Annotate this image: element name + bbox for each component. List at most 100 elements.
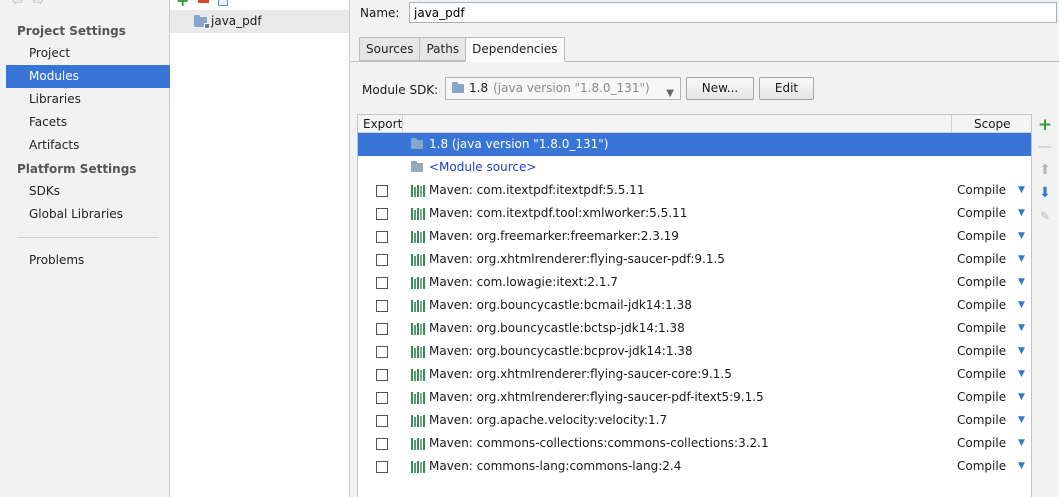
scope-dropdown-icon[interactable]: ▼: [1018, 363, 1025, 386]
table-row[interactable]: Maven: commons-collections:commons-colle…: [358, 432, 1031, 455]
remove-dependency-icon[interactable]: —: [1037, 139, 1053, 155]
sidebar-item-facets[interactable]: Facets: [6, 111, 170, 134]
table-row[interactable]: Maven: org.xhtmlrenderer:flying-saucer-c…: [358, 363, 1031, 386]
table-row[interactable]: Maven: org.bouncycastle:bcprov-jdk14:1.3…: [358, 340, 1031, 363]
table-row[interactable]: Maven: org.freemarker:freemarker:2.3.19 C…: [358, 225, 1031, 248]
table-row-module-source[interactable]: <Module source>: [358, 156, 1031, 179]
dependency-label: Maven: com.itextpdf.tool:xmlworker:5.5.1…: [429, 206, 688, 220]
export-checkbox[interactable]: [376, 185, 388, 197]
move-up-icon[interactable]: ⬆: [1037, 162, 1053, 178]
dependency-label: Maven: commons-lang:commons-lang:2.4: [429, 459, 682, 473]
add-dependency-icon[interactable]: +: [1037, 117, 1053, 134]
scope-value[interactable]: Compile: [957, 225, 1006, 248]
remove-icon[interactable]: [198, 0, 210, 3]
table-row[interactable]: Maven: org.xhtmlrenderer:flying-saucer-p…: [358, 248, 1031, 271]
scope-value[interactable]: Compile: [957, 248, 1006, 271]
scope-value[interactable]: Compile: [957, 271, 1006, 294]
export-checkbox[interactable]: [376, 254, 388, 266]
scope-value[interactable]: Compile: [957, 317, 1006, 340]
export-checkbox[interactable]: [376, 323, 388, 335]
new-sdk-button[interactable]: New...: [686, 77, 754, 100]
scope-dropdown-icon[interactable]: ▼: [1018, 202, 1025, 225]
sidebar-item-global-libraries[interactable]: Global Libraries: [6, 203, 170, 226]
export-checkbox[interactable]: [376, 300, 388, 312]
dependencies-table: Export Scope 1.8 (java version "1.8.0_13…: [357, 114, 1032, 497]
module-sdk-select[interactable]: 1.8 (java version "1.8.0_131") ▼: [445, 77, 681, 100]
sidebar-item-libraries[interactable]: Libraries: [6, 88, 170, 111]
forward-arrow-icon[interactable]: ⇨: [33, 0, 44, 10]
table-row[interactable]: Maven: com.itextpdf.tool:xmlworker:5.5.1…: [358, 202, 1031, 225]
scope-dropdown-icon[interactable]: ▼: [1018, 271, 1025, 294]
scope-dropdown-icon[interactable]: ▼: [1018, 455, 1025, 478]
tree-toolbar: +: [176, 0, 229, 10]
edit-dependency-icon[interactable]: ✎: [1037, 208, 1053, 224]
move-down-icon[interactable]: ⬇: [1037, 185, 1053, 201]
dependency-label: <Module source>: [429, 160, 537, 174]
maven-library-icon: [411, 276, 425, 289]
table-row[interactable]: Maven: org.bouncycastle:bctsp-jdk14:1.38…: [358, 317, 1031, 340]
table-row[interactable]: Maven: org.xhtmlrenderer:flying-saucer-p…: [358, 386, 1031, 409]
sidebar-item-artifacts[interactable]: Artifacts: [6, 134, 170, 157]
edit-sdk-button[interactable]: Edit: [759, 77, 814, 100]
add-icon[interactable]: +: [176, 0, 189, 10]
tab-paths[interactable]: Paths: [419, 37, 467, 61]
scope-dropdown-icon[interactable]: ▼: [1018, 432, 1025, 455]
sidebar-item-sdks[interactable]: SDKs: [6, 180, 170, 203]
dependency-label: Maven: org.bouncycastle:bcmail-jdk14:1.3…: [429, 298, 692, 312]
export-checkbox[interactable]: [376, 392, 388, 404]
export-checkbox[interactable]: [376, 346, 388, 358]
table-row[interactable]: Maven: commons-lang:commons-lang:2.4 Comp…: [358, 455, 1031, 478]
sidebar-item-problems[interactable]: Problems: [6, 249, 170, 272]
table-row[interactable]: Maven: org.apache.velocity:velocity:1.7 C…: [358, 409, 1031, 432]
copy-icon[interactable]: [218, 0, 229, 6]
tree-item-module[interactable]: java_pdf: [170, 10, 349, 33]
column-export[interactable]: Export: [363, 115, 402, 133]
module-tree-label: java_pdf: [211, 14, 262, 28]
sidebar-item-modules[interactable]: Modules: [6, 65, 170, 88]
dependency-label: Maven: org.xhtmlrenderer:flying-saucer-p…: [429, 252, 725, 266]
table-row[interactable]: Maven: com.itextpdf:itextpdf:5.5.11 Compi…: [358, 179, 1031, 202]
scope-value[interactable]: Compile: [957, 386, 1006, 409]
scope-dropdown-icon[interactable]: ▼: [1018, 179, 1025, 202]
scope-dropdown-icon[interactable]: ▼: [1018, 317, 1025, 340]
scope-value[interactable]: Compile: [957, 202, 1006, 225]
scope-value[interactable]: Compile: [957, 363, 1006, 386]
module-settings-panel: Name: Sources Paths Dependencies Module …: [351, 0, 1059, 497]
table-header: Export Scope: [358, 115, 1031, 133]
sdk-detail: (java version "1.8.0_131"): [493, 81, 650, 95]
tab-divider: [351, 61, 1059, 62]
nav-arrows: ⇦ ⇨: [12, 0, 44, 10]
export-checkbox[interactable]: [376, 277, 388, 289]
export-checkbox[interactable]: [376, 208, 388, 220]
tab-dependencies[interactable]: Dependencies: [465, 37, 565, 62]
maven-library-icon: [411, 253, 425, 266]
scope-value[interactable]: Compile: [957, 294, 1006, 317]
export-checkbox[interactable]: [376, 415, 388, 427]
table-row-sdk[interactable]: 1.8 (java version "1.8.0_131"): [358, 133, 1031, 156]
table-row[interactable]: Maven: org.bouncycastle:bcmail-jdk14:1.3…: [358, 294, 1031, 317]
dependency-label: Maven: org.apache.velocity:velocity:1.7: [429, 413, 668, 427]
sdk-folder-icon: [452, 82, 464, 93]
scope-dropdown-icon[interactable]: ▼: [1018, 340, 1025, 363]
export-checkbox[interactable]: [376, 231, 388, 243]
dependency-label: Maven: com.lowagie:itext:2.1.7: [429, 275, 618, 289]
table-row[interactable]: Maven: com.lowagie:itext:2.1.7 Compile ▼: [358, 271, 1031, 294]
scope-value[interactable]: Compile: [957, 340, 1006, 363]
module-name-input[interactable]: [409, 2, 1057, 23]
tab-sources[interactable]: Sources: [359, 37, 421, 61]
back-arrow-icon[interactable]: ⇦: [12, 0, 23, 10]
scope-dropdown-icon[interactable]: ▼: [1018, 409, 1025, 432]
scope-value[interactable]: Compile: [957, 409, 1006, 432]
column-scope[interactable]: Scope: [974, 115, 1011, 133]
scope-value[interactable]: Compile: [957, 455, 1006, 478]
scope-dropdown-icon[interactable]: ▼: [1018, 248, 1025, 271]
export-checkbox[interactable]: [376, 369, 388, 381]
scope-value[interactable]: Compile: [957, 432, 1006, 455]
export-checkbox[interactable]: [376, 438, 388, 450]
scope-dropdown-icon[interactable]: ▼: [1018, 225, 1025, 248]
scope-dropdown-icon[interactable]: ▼: [1018, 386, 1025, 409]
sidebar-item-project[interactable]: Project: [6, 42, 170, 65]
scope-value[interactable]: Compile: [957, 179, 1006, 202]
export-checkbox[interactable]: [376, 461, 388, 473]
scope-dropdown-icon[interactable]: ▼: [1018, 294, 1025, 317]
